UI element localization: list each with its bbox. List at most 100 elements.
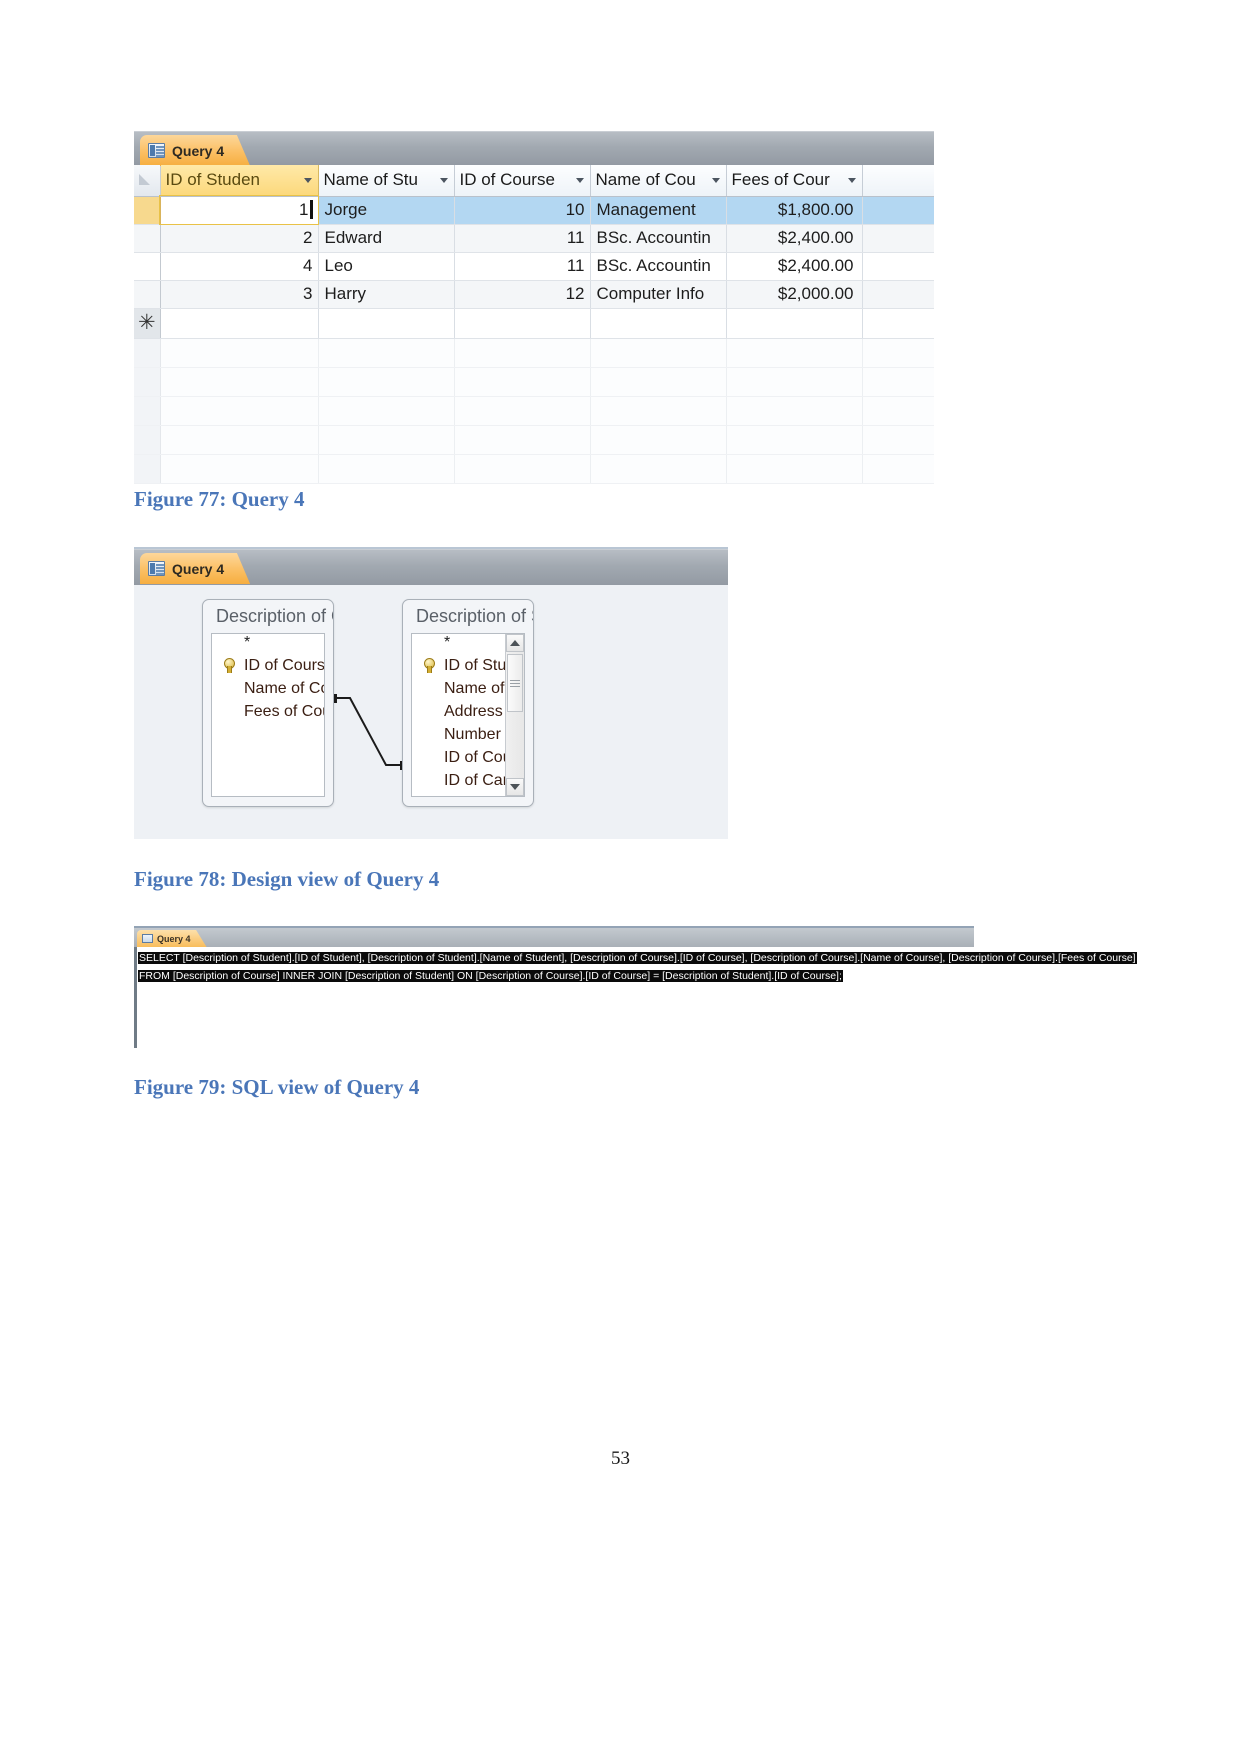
- cell-name-of-student[interactable]: Leo: [318, 252, 455, 281]
- table-row[interactable]: 1 Jorge 10 Management $1,800.00: [134, 195, 934, 225]
- figure-78-caption: Figure 78: Design view of Query 4: [134, 867, 440, 891]
- column-header-label: Name of Cou: [595, 170, 696, 190]
- cell-id-of-student[interactable]: [160, 308, 319, 339]
- cell-filler: [862, 308, 934, 339]
- cell-id-of-student[interactable]: 1: [159, 195, 319, 225]
- empty-cell: [726, 396, 863, 426]
- cell-name-of-course[interactable]: BSc. Accountin: [590, 252, 727, 281]
- select-all-corner[interactable]: [134, 165, 161, 197]
- design-field-label: Name of Course: [244, 679, 324, 697]
- new-record-marker-icon[interactable]: ✳: [134, 308, 161, 339]
- empty-cell: [590, 367, 727, 397]
- page-number: 53: [611, 1448, 630, 1469]
- empty-cell: [160, 367, 319, 397]
- design-field-name-of-course[interactable]: Name of Course: [212, 677, 324, 700]
- document-tab-query4[interactable]: Query 4: [137, 930, 207, 947]
- table-row[interactable]: 2 Edward 11 BSc. Accountin $2,400.00: [134, 224, 934, 253]
- cell-name-of-course[interactable]: Computer Info: [590, 280, 727, 309]
- all-fields-star[interactable]: *: [212, 634, 324, 654]
- cell-fees-of-course[interactable]: $2,000.00: [726, 280, 863, 309]
- design-table-description-of-course[interactable]: Description of C... * ID of Course Name …: [202, 599, 334, 807]
- cell-name-of-student[interactable]: [318, 308, 455, 339]
- table-row[interactable]: 3 Harry 12 Computer Info $2,000.00: [134, 280, 934, 309]
- empty-cell: [454, 454, 591, 484]
- design-field-list[interactable]: * ID of Course Name of Course Fees of Co…: [211, 633, 325, 797]
- chevron-down-icon[interactable]: [575, 178, 584, 183]
- column-header-name-of-course[interactable]: Name of Cou: [590, 165, 727, 197]
- cell-id-of-student[interactable]: 2: [160, 224, 319, 253]
- column-header-id-of-course[interactable]: ID of Course: [454, 165, 591, 197]
- text-caret: [309, 200, 313, 219]
- cell-fees-of-course[interactable]: $2,400.00: [726, 224, 863, 253]
- empty-cell: [318, 396, 455, 426]
- row-selector[interactable]: [134, 252, 161, 281]
- empty-row: [134, 367, 934, 397]
- document-tab-query4[interactable]: Query 4: [140, 553, 251, 584]
- cell-name-of-course[interactable]: [590, 308, 727, 339]
- document-tab-query4[interactable]: Query 4: [140, 135, 251, 166]
- design-field-id-of-course[interactable]: ID of Course: [212, 654, 324, 677]
- sql-line-1[interactable]: SELECT [Description of Student].[ID of S…: [138, 952, 1137, 964]
- design-table-title: Description of St...: [416, 606, 533, 626]
- empty-cell: [590, 396, 727, 426]
- design-field-list[interactable]: * ID of Student Name of Studer Address o…: [411, 633, 525, 797]
- cell-id-of-course[interactable]: 12: [454, 280, 591, 309]
- cell-id-of-course[interactable]: [454, 308, 591, 339]
- design-canvas[interactable]: Description of C... * ID of Course Name …: [134, 585, 728, 839]
- design-table-description-of-student[interactable]: Description of St... * ID of Student Nam…: [402, 599, 534, 807]
- cell-name-of-student[interactable]: Jorge: [318, 196, 455, 225]
- cell-filler: [862, 252, 934, 281]
- query4-datasheet-window: Query 4 ID of Studen Name of Stu ID of C…: [134, 131, 934, 484]
- empty-cell: [454, 367, 591, 397]
- field-list-scrollbar[interactable]: [505, 634, 524, 796]
- sql-line-2[interactable]: FROM [Description of Course] INNER JOIN …: [138, 970, 843, 982]
- empty-cell: [160, 338, 319, 368]
- chevron-down-icon[interactable]: [847, 178, 856, 183]
- empty-row: [134, 396, 934, 426]
- cell-id-of-course[interactable]: 11: [454, 224, 591, 253]
- cell-name-of-course[interactable]: BSc. Accountin: [590, 224, 727, 253]
- column-header-label: ID of Studen: [165, 170, 261, 190]
- cell-filler: [862, 454, 934, 484]
- row-selector: [134, 425, 161, 455]
- cell-filler: [862, 396, 934, 426]
- column-header-id-of-student[interactable]: ID of Studen: [160, 165, 319, 197]
- empty-cell: [590, 338, 727, 368]
- column-header-name-of-student[interactable]: Name of Stu: [318, 165, 455, 197]
- empty-cell: [454, 396, 591, 426]
- design-field-label: Fees of Course: [244, 702, 324, 720]
- scroll-up-button[interactable]: [506, 634, 524, 652]
- query-icon: [142, 934, 153, 943]
- cell-fees-of-course[interactable]: [726, 308, 863, 339]
- design-field-fees-of-course[interactable]: Fees of Course: [212, 700, 324, 723]
- row-selector[interactable]: [134, 196, 161, 225]
- cell-name-of-course[interactable]: Management: [590, 196, 727, 225]
- row-selector[interactable]: [134, 280, 161, 309]
- column-header-label: Fees of Cour: [731, 170, 830, 190]
- chevron-down-icon[interactable]: [711, 178, 720, 183]
- empty-cell: [160, 425, 319, 455]
- datasheet-grid: ID of Studen Name of Stu ID of Course Na…: [134, 165, 934, 484]
- empty-cell: [726, 454, 863, 484]
- query4-sql-view-window: Query 4 SELECT [Description of Student].…: [134, 926, 1137, 1048]
- chevron-down-icon[interactable]: [303, 178, 312, 183]
- cell-id-of-course[interactable]: 11: [454, 252, 591, 281]
- chevron-down-icon[interactable]: [439, 178, 448, 183]
- empty-cell: [318, 454, 455, 484]
- sql-editor[interactable]: SELECT [Description of Student].[ID of S…: [134, 947, 1137, 1048]
- column-header-fees-of-course[interactable]: Fees of Cour: [726, 165, 863, 197]
- new-record-row[interactable]: ✳: [134, 308, 934, 339]
- row-selector[interactable]: [134, 224, 161, 253]
- empty-cell: [318, 367, 455, 397]
- cell-name-of-student[interactable]: Edward: [318, 224, 455, 253]
- cell-id-of-student[interactable]: 4: [160, 252, 319, 281]
- cell-fees-of-course[interactable]: $2,400.00: [726, 252, 863, 281]
- scroll-down-button[interactable]: [506, 778, 524, 796]
- cell-fees-of-course[interactable]: $1,800.00: [726, 196, 863, 225]
- cell-id-of-student[interactable]: 3: [160, 280, 319, 309]
- query-icon: [148, 143, 165, 158]
- cell-id-of-course[interactable]: 10: [454, 196, 591, 225]
- datasheet-tabstrip: Query 4: [134, 131, 934, 166]
- table-row[interactable]: 4 Leo 11 BSc. Accountin $2,400.00: [134, 252, 934, 281]
- cell-name-of-student[interactable]: Harry: [318, 280, 455, 309]
